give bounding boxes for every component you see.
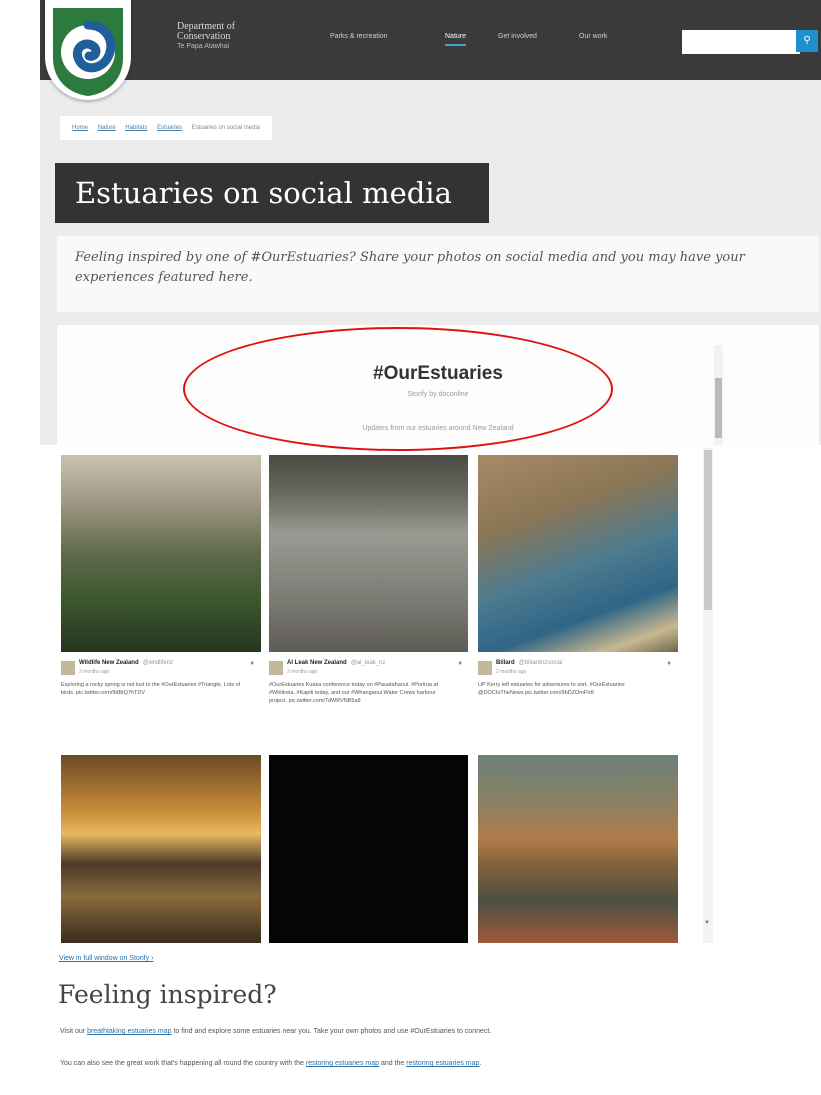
- tweet-author: Wildlife New Zealand @wildlifenz: [79, 660, 173, 666]
- p1-text-after: to find and explore some estuaries near …: [171, 1028, 492, 1035]
- nav-nature[interactable]: Nature: [445, 33, 467, 46]
- page-title-block: Estuaries on social media: [55, 163, 489, 223]
- tweet-card[interactable]: Al Leak New Zealand @al_leak_nz 2 months …: [269, 657, 464, 747]
- tweet-text: Exploring a rocky spring is not lost to …: [61, 682, 241, 696]
- breadcrumb-current: Estuaries on social media: [191, 125, 261, 131]
- page-title: Estuaries on social media: [75, 176, 452, 210]
- photo-fence-estuary[interactable]: [478, 755, 678, 943]
- twitter-bird-icon: ♦: [250, 660, 254, 667]
- avatar: [478, 661, 492, 675]
- tweet-author: Al Leak New Zealand @al_leak_nz: [287, 660, 385, 666]
- avatar: [61, 661, 75, 675]
- p1-text-before: Visit our: [60, 1028, 88, 1035]
- photo-aerial-estuary[interactable]: [478, 455, 678, 652]
- tweet-handle: @wildlifenz: [142, 660, 174, 666]
- restoring-estuaries-link-2[interactable]: restoring estuaries map: [406, 1060, 479, 1067]
- intro-text: Feeling inspired by one of #OurEstuaries…: [75, 250, 745, 285]
- breadcrumb: Home Nature Habitats Estuaries Estuaries…: [60, 116, 273, 140]
- grid-scrollbar-thumb[interactable]: [704, 450, 712, 610]
- search-icon: ⚲: [803, 35, 811, 46]
- tweet-text: UP Kerry left estuaries for adventures t…: [478, 682, 625, 696]
- tweet-card[interactable]: Wildlife New Zealand @wildlifenz 2 months…: [61, 657, 256, 747]
- embed-scrollbar-thumb[interactable]: [715, 378, 722, 438]
- twitter-bird-icon: ♦: [458, 660, 462, 667]
- tweet-author: Billard @billardnzsocial: [496, 660, 562, 666]
- tweet-time: 2 months ago: [496, 669, 527, 675]
- tweet-author-name: Al Leak New Zealand: [287, 660, 347, 666]
- tweet-time: 2 months ago: [79, 669, 110, 675]
- tweet-time: 2 months ago: [287, 669, 318, 675]
- highlight-annotation-ellipse: [183, 327, 613, 451]
- restoring-estuaries-link-1[interactable]: restoring estuaries map: [306, 1060, 379, 1067]
- p2-text-mid: and the: [379, 1060, 407, 1067]
- paragraph-explore: Visit our breathtaking estuaries map to …: [60, 1026, 710, 1037]
- nav-parks-recreation[interactable]: Parks & recreation: [330, 33, 388, 40]
- tweet-card[interactable]: Billard @billardnzsocial 2 months ago ♦ U…: [478, 657, 673, 747]
- scroll-down-arrow-icon[interactable]: ▼: [704, 920, 710, 926]
- breadcrumb-estuaries[interactable]: Estuaries: [157, 125, 182, 131]
- view-full-window-link[interactable]: View in full window on Storify ›: [59, 955, 153, 962]
- nav-get-involved[interactable]: Get involved: [498, 33, 537, 40]
- avatar: [269, 661, 283, 675]
- tweet-author-name: Billard: [496, 660, 515, 666]
- p2-text-before: You can also see the great work that's h…: [60, 1060, 306, 1067]
- tweet-author-name: Wildlife New Zealand: [79, 660, 139, 666]
- tweet-handle: @al_leak_nz: [350, 660, 386, 666]
- breadcrumb-home[interactable]: Home: [72, 125, 88, 131]
- photo-beach-group[interactable]: [269, 455, 468, 652]
- photo-estuary-shore[interactable]: [61, 455, 261, 652]
- photo-sunset-estuary[interactable]: [61, 755, 261, 943]
- org-line-3: Te Papa Atawhai: [177, 43, 230, 50]
- section-heading: Feeling inspired?: [58, 980, 277, 1009]
- search-input[interactable]: [682, 30, 800, 54]
- twitter-bird-icon: ♦: [667, 660, 671, 667]
- estuaries-map-link[interactable]: breathtaking estuaries map: [87, 1028, 171, 1035]
- org-line-2: Conservation: [177, 31, 231, 42]
- tweet-text: #OurEstuaries Kuaka conference today on …: [269, 682, 439, 704]
- paragraph-restoration: You can also see the great work that's h…: [60, 1058, 710, 1069]
- tweet-handle: @billardnzsocial: [518, 660, 563, 666]
- breadcrumb-habitats[interactable]: Habitats: [125, 125, 147, 131]
- breadcrumb-nature[interactable]: Nature: [98, 125, 116, 131]
- p2-text-end: .: [479, 1060, 482, 1067]
- photo-black-placeholder[interactable]: [269, 755, 468, 943]
- search-button[interactable]: ⚲: [796, 30, 818, 52]
- doc-logo[interactable]: [45, 0, 131, 100]
- nav-our-work[interactable]: Our work: [579, 33, 607, 40]
- org-name[interactable]: Department of Conservation Te Papa Atawh…: [177, 22, 235, 52]
- intro-panel: Feeling inspired by one of #OurEstuaries…: [57, 236, 819, 312]
